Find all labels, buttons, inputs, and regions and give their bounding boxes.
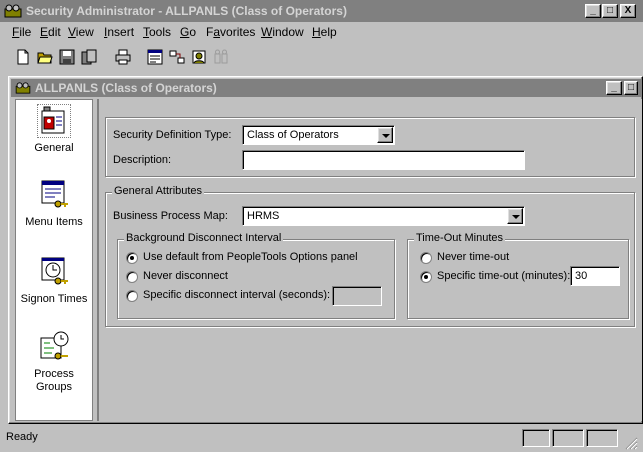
status-text: Ready [6, 431, 38, 443]
menu-bar: File Edit View Insert Tools Go Favorites… [0, 22, 643, 42]
workflow-button[interactable] [166, 46, 188, 68]
radio-specific-disconnect-label: Specific disconnect interval (seconds): [143, 289, 331, 301]
minimize-button[interactable]: _ [585, 4, 601, 18]
save-button[interactable] [56, 46, 78, 68]
background-disconnect-title: Background Disconnect Interval [124, 232, 284, 244]
security-definition-type-select[interactable]: Class of Operators [242, 125, 395, 145]
open-icon [37, 52, 53, 64]
new-button[interactable] [12, 46, 34, 68]
disabled-tool-button[interactable] [210, 46, 232, 68]
menu-go[interactable]: Go [180, 25, 196, 39]
toolbar [8, 45, 638, 69]
timeout-minutes-field[interactable]: 30 [570, 266, 620, 286]
security-definition-type-value: Class of Operators [247, 129, 339, 141]
new-icon [17, 49, 29, 65]
menu-key-icon [41, 180, 68, 208]
menu-insert[interactable]: Insert [104, 25, 134, 39]
radio-specific-timeout-label: Specific time-out (minutes): [437, 270, 571, 282]
nav-label-menu-items: Menu Items [25, 216, 83, 228]
open-button[interactable] [34, 46, 56, 68]
chevron-down-icon[interactable] [377, 127, 393, 143]
nav-item-general[interactable]: General [16, 104, 92, 154]
nav-item-signon-times[interactable]: Signon Times [16, 255, 92, 305]
resize-grip-icon[interactable] [624, 436, 638, 450]
copy-button[interactable] [78, 46, 100, 68]
child-maximize-button[interactable]: □ [624, 81, 638, 95]
save-icon [59, 49, 75, 65]
radio-never-timeout[interactable] [420, 252, 432, 264]
badge-icon [41, 106, 65, 134]
child-window: ALLPANLS (Class of Operators) _ □ Genera… [8, 76, 643, 424]
nav-item-process-groups[interactable]: Process Groups [16, 330, 92, 394]
child-window-title: ALLPANLS (Class of Operators) [35, 81, 217, 95]
nav-label-general: General [34, 142, 74, 154]
radio-never-disconnect[interactable] [126, 271, 138, 283]
panel-button[interactable] [144, 46, 166, 68]
radio-never-timeout-label: Never time-out [437, 251, 510, 263]
nav-label-signon-times: Signon Times [20, 293, 88, 305]
print-icon [115, 49, 131, 65]
nav-item-menu-items[interactable]: Menu Items [16, 178, 92, 228]
security-admin-icon [4, 4, 22, 18]
print-button[interactable] [112, 46, 134, 68]
status-bar: Ready [0, 426, 643, 452]
child-window-title-bar[interactable]: ALLPANLS (Class of Operators) _ □ [11, 79, 642, 97]
maximize-button[interactable]: □ [602, 4, 618, 18]
clock-key-icon [41, 257, 68, 285]
chevron-down-icon[interactable] [507, 208, 523, 224]
security-admin-icon [15, 82, 31, 94]
tool-icon [214, 49, 228, 64]
workflow-icon [169, 50, 185, 64]
copy-icon [81, 49, 97, 65]
menu-view[interactable]: View [68, 25, 94, 39]
menu-window[interactable]: Window [261, 25, 304, 39]
description-field[interactable] [242, 150, 525, 170]
timeout-title: Time-Out Minutes [414, 232, 506, 244]
close-button[interactable]: X [620, 4, 636, 18]
nav-label-process-groups: Process Groups [34, 368, 74, 393]
status-panel-1 [522, 429, 550, 447]
app-title: Security Administrator - ALLPANLS (Class… [26, 4, 347, 18]
status-panel-3 [586, 429, 618, 447]
process-clock-icon [40, 331, 69, 360]
radio-use-default[interactable] [126, 252, 138, 264]
security-definition-type-label: Security Definition Type: [113, 129, 232, 141]
radio-use-default-label: Use default from PeopleTools Options pan… [143, 251, 358, 263]
people-icon [192, 50, 206, 64]
status-panel-2 [552, 429, 584, 447]
business-process-map-label: Business Process Map: [113, 210, 228, 222]
business-process-map-value: HRMS [247, 210, 280, 222]
panel-icon [147, 49, 163, 65]
menu-edit[interactable]: Edit [40, 25, 61, 39]
disconnect-seconds-field[interactable] [332, 286, 382, 306]
radio-specific-timeout[interactable] [420, 271, 432, 283]
menu-favorites[interactable]: Favorites [206, 25, 255, 39]
radio-never-disconnect-label: Never disconnect [143, 270, 228, 282]
description-label: Description: [113, 154, 172, 166]
business-process-map-select[interactable]: HRMS [242, 206, 525, 226]
people-button[interactable] [188, 46, 210, 68]
app-title-bar[interactable]: Security Administrator - ALLPANLS (Class… [0, 0, 643, 22]
left-nav: General Menu Items Signon Times Process … [15, 99, 93, 421]
menu-tools[interactable]: Tools [143, 25, 171, 39]
menu-help[interactable]: Help [312, 25, 337, 39]
general-panel: Security Definition Type: Class of Opera… [97, 99, 642, 421]
child-minimize-button[interactable]: _ [606, 81, 622, 95]
menu-file[interactable]: File [12, 25, 31, 39]
general-attributes-title: General Attributes [112, 185, 205, 197]
radio-specific-disconnect[interactable] [126, 290, 138, 302]
